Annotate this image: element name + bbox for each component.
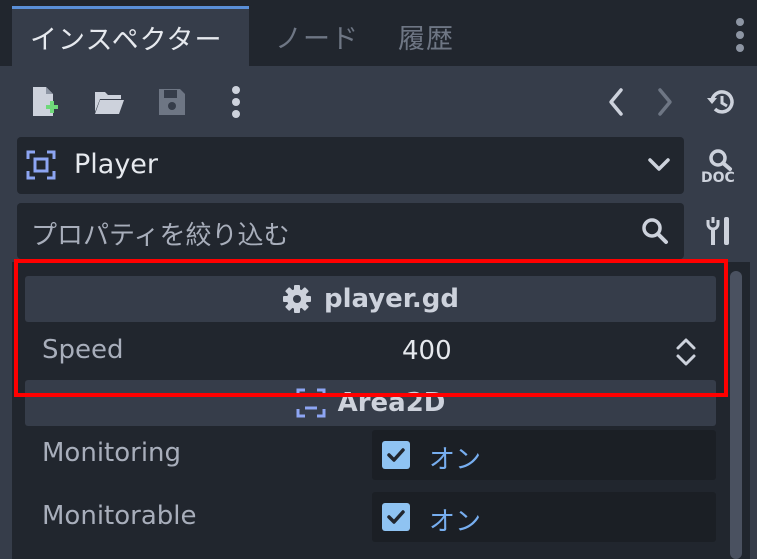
forward-icon[interactable]: [652, 86, 678, 118]
tab-history[interactable]: 履歴: [398, 6, 454, 66]
monitorable-value: オン: [429, 507, 482, 537]
monitorable-field: オン: [372, 492, 716, 542]
monitoring-checkbox[interactable]: [382, 441, 410, 469]
chevron-down-icon: [646, 155, 672, 175]
property-label-monitorable: Monitorable: [42, 501, 197, 531]
doc-icon[interactable]: DOC: [700, 146, 740, 186]
tab-inspector[interactable]: インスペクター: [12, 6, 249, 66]
speed-value: 400: [402, 336, 452, 366]
save-icon[interactable]: [157, 87, 187, 117]
open-folder-icon[interactable]: [93, 88, 125, 116]
monitorable-checkbox[interactable]: [382, 503, 410, 531]
speed-spinbox[interactable]: 400: [372, 326, 716, 376]
node-selector-icon: [26, 150, 56, 180]
section-title-script: player.gd: [323, 284, 460, 314]
dock-menu-icon[interactable]: [733, 18, 747, 52]
object-name: Player: [74, 149, 159, 180]
new-resource-icon[interactable]: [30, 86, 60, 118]
monitoring-field: オン: [372, 430, 716, 480]
gear-icon: [282, 284, 312, 314]
back-icon[interactable]: [603, 86, 629, 118]
history-icon[interactable]: [705, 87, 737, 117]
section-title-area2d: Area2D: [337, 388, 446, 418]
search-icon: [641, 217, 669, 245]
spin-arrows-icon[interactable]: [675, 336, 697, 368]
doc-label: DOC: [701, 170, 735, 186]
property-label-monitoring: Monitoring: [42, 438, 182, 468]
more-options-icon[interactable]: [228, 84, 244, 120]
vertical-scrollbar[interactable]: [730, 271, 742, 559]
filter-placeholder: プロパティを絞り込む: [31, 221, 290, 251]
tools-icon[interactable]: [705, 215, 735, 247]
object-picker[interactable]: Player: [17, 137, 684, 194]
tab-bar: インスペクター ノード 履歴: [0, 0, 757, 66]
monitoring-value: オン: [429, 445, 482, 475]
section-header-script[interactable]: player.gd: [25, 276, 716, 322]
property-label-speed: Speed: [42, 335, 124, 365]
area2d-icon: [296, 388, 326, 418]
section-header-area2d[interactable]: Area2D: [25, 380, 716, 426]
filter-properties-field[interactable]: プロパティを絞り込む: [17, 203, 684, 259]
tab-node[interactable]: ノード: [275, 6, 359, 66]
scrollbar-thumb[interactable]: [730, 271, 742, 559]
